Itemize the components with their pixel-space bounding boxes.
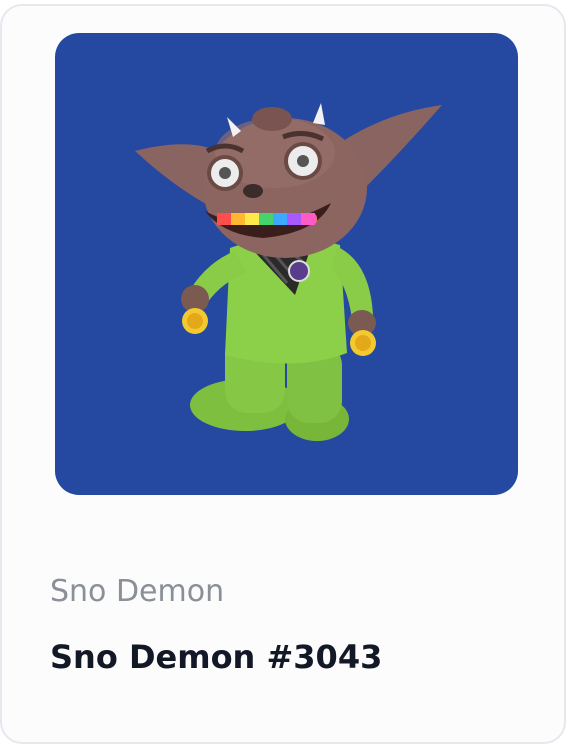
- nft-artwork-image[interactable]: [55, 33, 518, 495]
- creature-illustration: [55, 33, 518, 495]
- nft-item-title[interactable]: Sno Demon #3043: [50, 636, 382, 678]
- collection-name[interactable]: Sno Demon: [50, 572, 224, 612]
- nft-card[interactable]: Sno Demon Sno Demon #3043: [0, 4, 566, 744]
